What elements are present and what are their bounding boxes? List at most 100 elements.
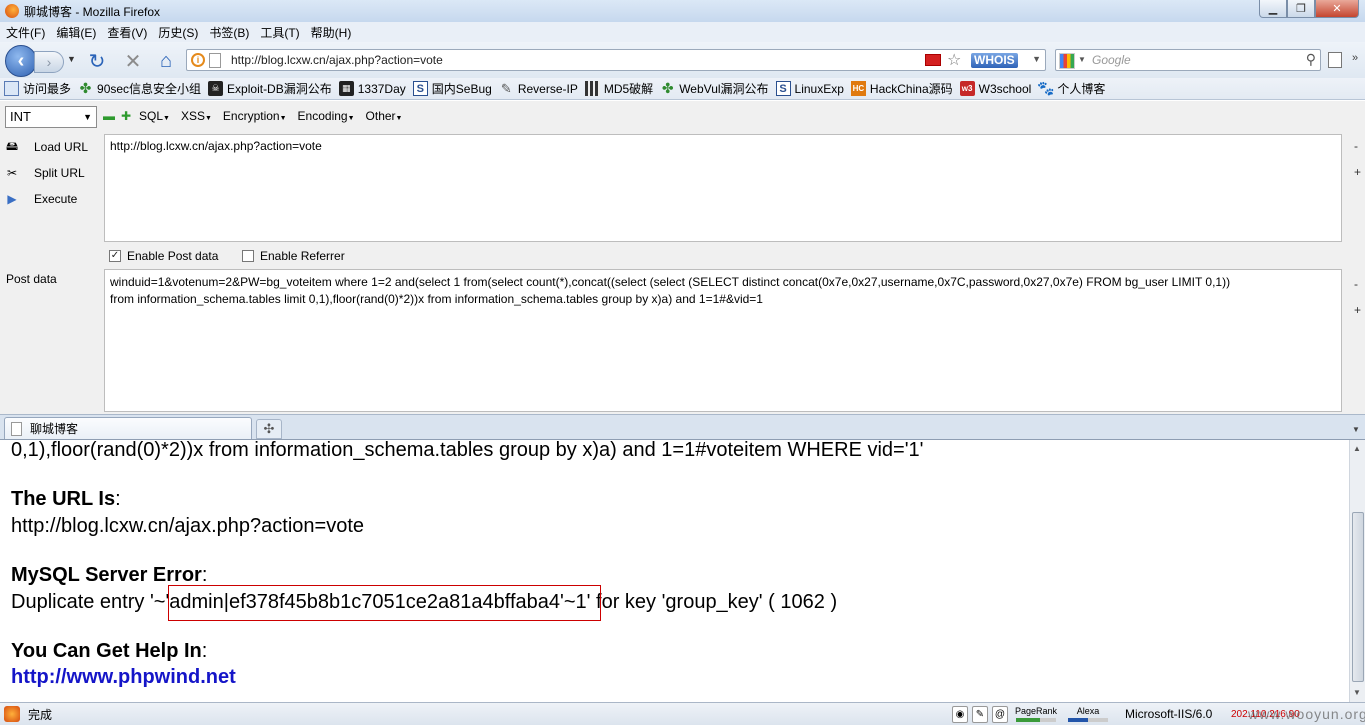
bookmark-item[interactable]: S LinuxExp: [775, 81, 844, 96]
bookmark-item[interactable]: HC HackChina源码: [850, 80, 953, 97]
search-box[interactable]: ▼ Google ⚲: [1055, 49, 1321, 71]
menu-view[interactable]: 查看(V): [107, 24, 147, 41]
bookmark-item[interactable]: MD5破解: [584, 80, 653, 97]
help-link[interactable]: http://www.phpwind.net: [11, 666, 236, 689]
load-url-icon: 🖴: [5, 138, 19, 153]
search-input[interactable]: Google: [1092, 53, 1131, 67]
help-heading: You Can Get Help In:: [11, 640, 208, 662]
scroll-up-icon[interactable]: ▲: [1353, 444, 1361, 453]
addon-icon[interactable]: ◉: [952, 706, 968, 723]
menu-sql[interactable]: SQL▼: [139, 109, 170, 123]
scroll-down-icon[interactable]: ▼: [1353, 688, 1361, 697]
whois-button[interactable]: WHOIS: [971, 53, 1018, 68]
search-icon[interactable]: ⚲: [1306, 51, 1316, 68]
scissors-icon: ✂: [6, 166, 18, 180]
tab-list-icon[interactable]: ▼: [1349, 419, 1363, 439]
forward-button[interactable]: ›: [34, 51, 64, 73]
flag-icon: [925, 54, 941, 66]
restore-button[interactable]: ❐: [1287, 0, 1315, 18]
menu-file[interactable]: 文件(F): [6, 24, 45, 41]
type-select[interactable]: INT ▼: [5, 106, 97, 128]
enable-post-checkbox[interactable]: ✓ Enable Post data: [109, 249, 218, 263]
menu-xss[interactable]: XSS▼: [181, 109, 212, 123]
scroll-thumb[interactable]: [1352, 512, 1364, 682]
site-info-icon[interactable]: i: [191, 53, 205, 67]
status-bar: 完成 ◉ ✎ @ PageRank Alexa Microsoft-IIS/6.…: [0, 702, 1365, 725]
stop-icon[interactable]: ✕: [122, 50, 144, 73]
bookmark-item[interactable]: ☠ Exploit-DB漏洞公布: [208, 80, 332, 97]
post-data-textarea[interactable]: winduid=1&votenum=2&PW=bg_voteitem where…: [104, 269, 1342, 412]
expand-post-button[interactable]: +: [1354, 303, 1361, 317]
bookmark-item[interactable]: w3 W3school: [959, 81, 1031, 96]
w3school-icon: w3: [959, 81, 975, 96]
hackbar-url-textarea[interactable]: http://blog.lcxw.cn/ajax.php?action=vote: [104, 134, 1342, 242]
server-info: Microsoft-IIS/6.0: [1125, 707, 1213, 721]
pen-icon[interactable]: ✎: [972, 706, 988, 723]
bookmark-star-icon[interactable]: ☆: [947, 50, 961, 70]
menu-edit[interactable]: 编辑(E): [56, 24, 96, 41]
status-text: 完成: [28, 707, 53, 722]
google-icon[interactable]: [1059, 53, 1075, 69]
vertical-scrollbar[interactable]: ▲ ▼: [1349, 440, 1365, 702]
expand-url-button[interactable]: +: [1354, 165, 1361, 179]
bookmark-item[interactable]: ✤ 90sec信息安全小组: [78, 80, 201, 97]
menu-help[interactable]: 帮助(H): [311, 24, 352, 41]
tab-blog[interactable]: 聊城博客: [4, 417, 252, 439]
engine-dropdown-icon[interactable]: ▼: [1078, 55, 1086, 64]
url-heading: The URL Is:: [11, 488, 121, 510]
address-bar[interactable]: i http://blog.lcxw.cn/ajax.php?action=vo…: [186, 49, 1046, 71]
bookmark-item[interactable]: 访问最多: [4, 80, 71, 97]
at-icon[interactable]: @: [992, 706, 1008, 723]
bookmark-item[interactable]: 🐾 个人博客: [1037, 80, 1105, 97]
overflow-chevron-icon[interactable]: »: [1352, 52, 1358, 64]
paw-icon: 🐾: [1037, 80, 1055, 96]
split-url-button[interactable]: ✂ Split URL: [4, 165, 85, 181]
checkbox-checked-icon: ✓: [109, 250, 121, 262]
bookmark-item[interactable]: ✤ WebVul漏洞公布: [660, 80, 769, 97]
menu-encryption[interactable]: Encryption▼: [223, 109, 287, 123]
page-content: 0,1),floor(rand(0)*2))x from information…: [0, 440, 1349, 702]
title-bar: 聊城博客 - Mozilla Firefox ▁ ❐ ✕: [0, 0, 1365, 22]
minus-icon[interactable]: ▬: [103, 109, 115, 123]
execute-button[interactable]: ▶ Execute: [4, 191, 77, 207]
url-dropdown-icon[interactable]: ▼: [1032, 54, 1041, 64]
document-icon: [4, 81, 19, 96]
menu-other[interactable]: Other▼: [366, 109, 403, 123]
menu-encoding[interactable]: Encoding▼: [298, 109, 355, 123]
post-data-label: Post data: [6, 272, 57, 286]
back-arrow-icon: ‹: [17, 49, 25, 72]
pagerank-widget[interactable]: PageRank: [1015, 706, 1057, 723]
navigation-toolbar: ‹ › ▼ ↻ ✕ ⌂ i http://blog.lcxw.cn/ajax.p…: [0, 42, 1365, 78]
history-dropdown-icon[interactable]: ▼: [67, 54, 76, 64]
window-title: 聊城博客 - Mozilla Firefox: [24, 4, 161, 19]
download-icon[interactable]: [1328, 52, 1342, 68]
address-input[interactable]: http://blog.lcxw.cn/ajax.php?action=vote: [231, 53, 443, 67]
home-icon[interactable]: ⌂: [155, 50, 177, 72]
minimize-button[interactable]: ▁: [1259, 0, 1287, 18]
plus-icon[interactable]: ✚: [121, 109, 131, 123]
menu-history[interactable]: 历史(S): [158, 24, 198, 41]
enable-referrer-checkbox[interactable]: Enable Referrer: [242, 249, 345, 263]
new-tab-button[interactable]: ✣: [256, 419, 282, 439]
close-button[interactable]: ✕: [1315, 0, 1359, 18]
pagerank-bar: [1016, 718, 1057, 722]
checkbox-empty-icon: [242, 250, 254, 262]
exploit-db-icon: ☠: [208, 81, 224, 96]
bookmark-item[interactable]: ✎ Reverse-IP: [499, 81, 578, 96]
error-heading: MySQL Server Error:: [11, 564, 208, 586]
plus-icon: ✣: [263, 421, 275, 436]
alexa-widget[interactable]: Alexa: [1068, 706, 1108, 723]
load-url-button[interactable]: 🖴 Load URL: [4, 139, 88, 155]
menu-bar: 文件(F) 编辑(E) 查看(V) 历史(S) 书签(B) 工具(T) 帮助(H…: [0, 22, 1365, 42]
reload-icon[interactable]: ↻: [86, 50, 108, 73]
shrink-post-button[interactable]: -: [1354, 277, 1358, 291]
menu-bookmarks[interactable]: 书签(B): [209, 24, 249, 41]
shrink-url-button[interactable]: -: [1354, 139, 1358, 153]
url-value: http://blog.lcxw.cn/ajax.php?action=vote: [11, 515, 365, 537]
tab-strip: 聊城博客 ✣ ▼: [0, 414, 1365, 440]
menu-tools[interactable]: 工具(T): [260, 24, 299, 41]
back-button[interactable]: ‹: [5, 45, 37, 77]
bookmark-item[interactable]: ▦ 1337Day: [338, 81, 406, 96]
grid-icon: [584, 81, 600, 96]
bookmark-item[interactable]: S 国内SeBug: [412, 80, 492, 97]
